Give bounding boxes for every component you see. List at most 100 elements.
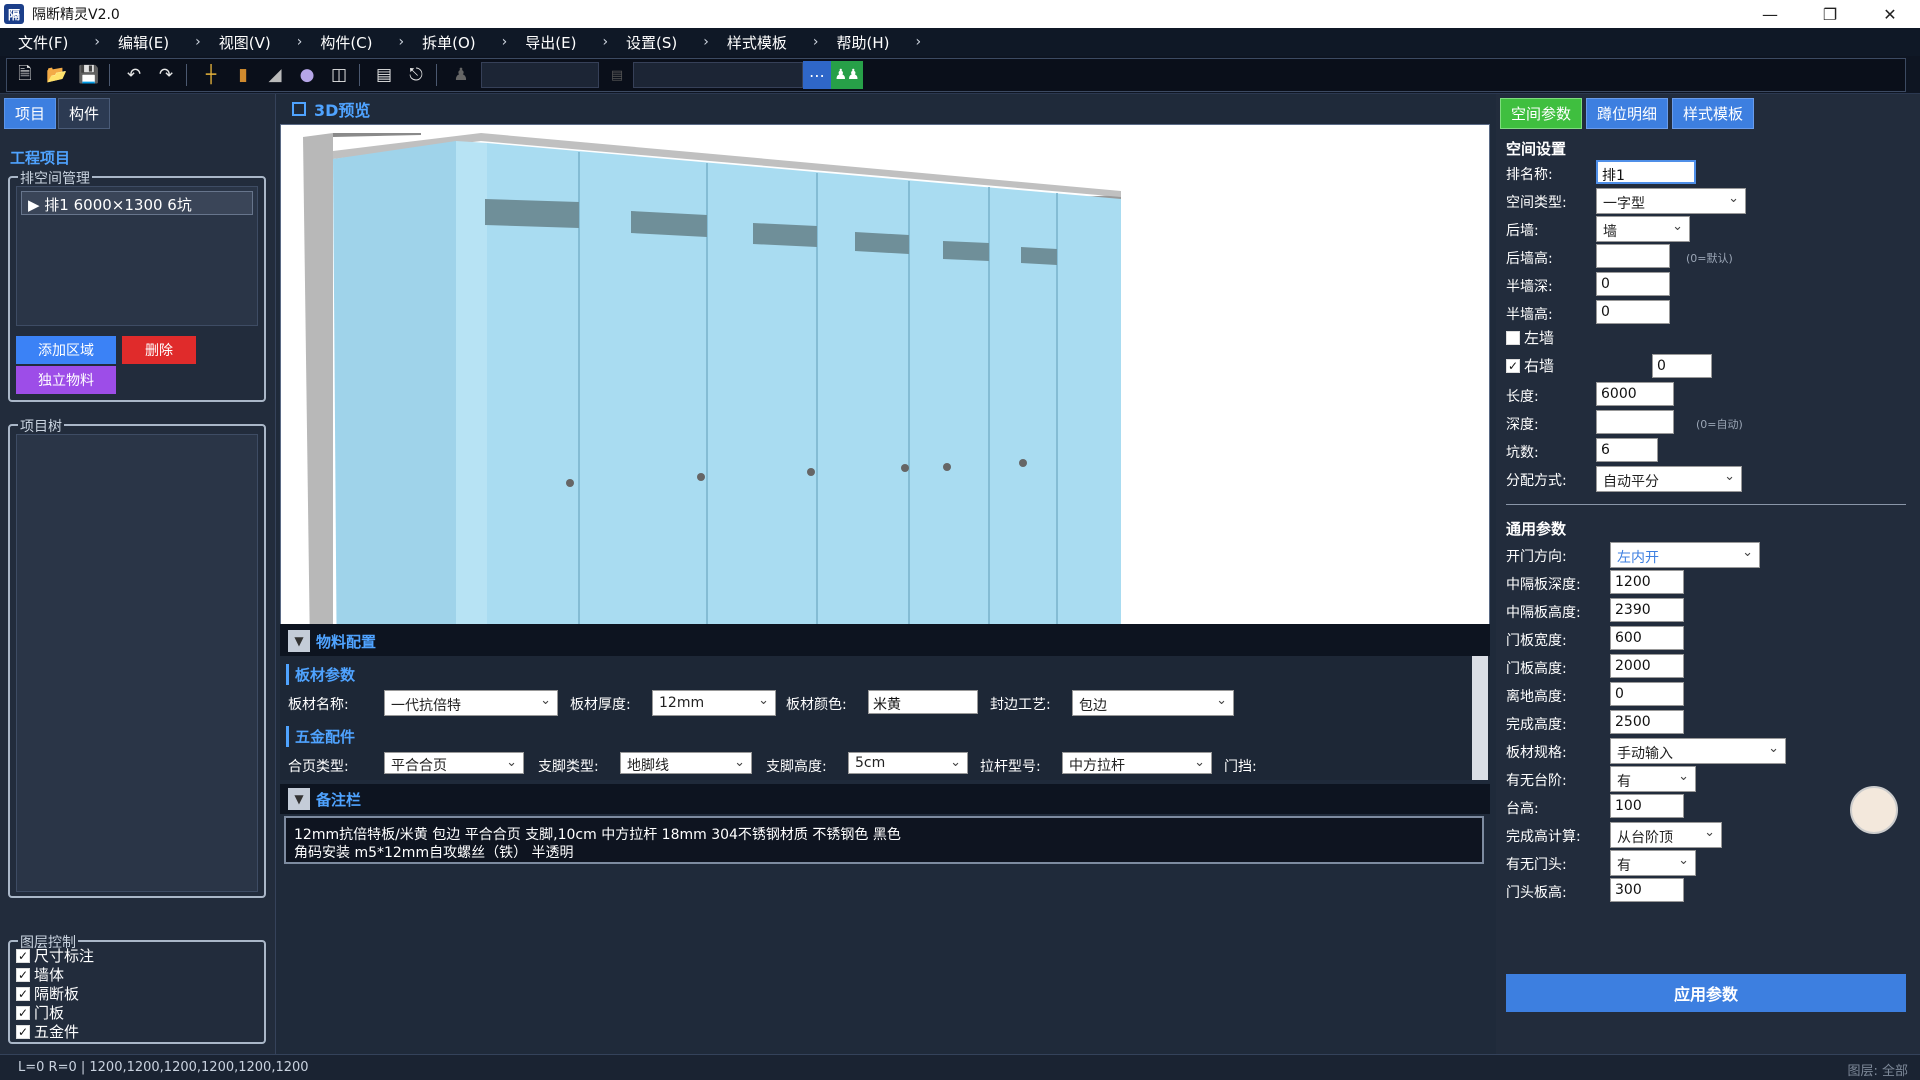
- status-layer: 图层: 全部: [1847, 1064, 1908, 1079]
- user-field[interactable]: [481, 62, 599, 88]
- user-icon[interactable]: ♟: [447, 61, 475, 89]
- angle-icon[interactable]: ◢: [261, 61, 289, 89]
- menu-item[interactable]: 构件(C) ›: [320, 32, 404, 53]
- split-view-icon[interactable]: ◫: [325, 61, 353, 89]
- chevron-down-icon: ⌄: [1742, 545, 1753, 560]
- tab-stall-details[interactable]: 蹲位明细: [1586, 98, 1669, 129]
- edge-process-select[interactable]: 包边 ⌄: [1072, 690, 1234, 716]
- pits-input[interactable]: 6: [1596, 438, 1658, 462]
- list-item[interactable]: ▶ 排1 6000×1300 6坑: [21, 191, 253, 215]
- mid-panel-depth-label: 中隔板深度:: [1506, 577, 1581, 593]
- tab-components[interactable]: 构件: [58, 98, 111, 129]
- tab-space-params[interactable]: 空间参数: [1500, 98, 1583, 129]
- close-button[interactable]: ✕: [1860, 0, 1920, 28]
- board-spec-select[interactable]: 手动输入 ⌄: [1610, 738, 1786, 764]
- add-region-button[interactable]: 添加区域: [16, 336, 116, 364]
- calculator-icon[interactable]: ▤: [370, 61, 398, 89]
- calendar-icon[interactable]: ▤: [603, 61, 631, 89]
- finish-height-input[interactable]: 2500: [1610, 710, 1684, 734]
- half-wall-height-input[interactable]: 0: [1596, 300, 1670, 324]
- new-file-icon[interactable]: 🗎: [11, 61, 39, 89]
- export-icon[interactable]: ⎋: [402, 61, 430, 89]
- tab-project[interactable]: 项目: [4, 98, 57, 129]
- foot-height-select[interactable]: 5cm ⌄: [848, 752, 968, 774]
- redo-icon[interactable]: ↷: [152, 61, 180, 89]
- door-width-input[interactable]: 600: [1610, 626, 1684, 650]
- vent: [753, 223, 817, 247]
- door-height-input[interactable]: 2000: [1610, 654, 1684, 678]
- material-config-header[interactable]: ▼ 物料配置: [280, 626, 1490, 656]
- layer-dimension-checkbox[interactable]: ✓ 尺寸标注: [16, 946, 94, 965]
- sphere-icon[interactable]: ●: [293, 61, 321, 89]
- step-height-input[interactable]: 100: [1610, 794, 1684, 818]
- mid-panel-depth-input[interactable]: 1200: [1610, 570, 1684, 594]
- chevron-down-icon: ⌄: [1728, 191, 1739, 206]
- half-wall-depth-input[interactable]: 0: [1596, 272, 1670, 296]
- ruler-icon[interactable]: ┼: [197, 61, 225, 89]
- back-wall-height-input[interactable]: [1596, 244, 1670, 268]
- toolbar-separator: [109, 64, 110, 86]
- mid-panel-height-input[interactable]: 2390: [1610, 598, 1684, 622]
- row-name-input[interactable]: 排1: [1596, 160, 1696, 184]
- maximize-button[interactable]: ❐: [1800, 0, 1860, 28]
- open-folder-icon[interactable]: 📂: [43, 61, 71, 89]
- depth-input[interactable]: [1596, 410, 1674, 434]
- menu-item[interactable]: 拆单(O) ›: [422, 32, 507, 53]
- select-value: 自动平分: [1603, 474, 1659, 490]
- menu-item[interactable]: 文件(F) ›: [18, 32, 100, 53]
- project-tree[interactable]: [16, 434, 258, 892]
- standalone-material-button[interactable]: 独立物料: [16, 366, 116, 394]
- foot-type-select[interactable]: 地脚线 ⌄: [620, 752, 752, 774]
- checkbox-icon: ✓: [16, 986, 30, 1001]
- divider: [1506, 504, 1906, 505]
- users-button[interactable]: ♟♟: [831, 61, 863, 89]
- finish-calc-select[interactable]: 从台阶顶 ⌄: [1610, 822, 1722, 848]
- menu-item[interactable]: 导出(E) ›: [525, 32, 608, 53]
- allocation-select[interactable]: 自动平分 ⌄: [1596, 466, 1742, 492]
- delete-button[interactable]: 删除: [122, 336, 196, 364]
- project-field[interactable]: [633, 62, 803, 88]
- notes-line: 角码安装 m5*12mm自攻螺丝（铁） 半透明: [294, 845, 574, 861]
- menu-item[interactable]: 样式模板 ›: [727, 32, 819, 53]
- has-lintel-select[interactable]: 有 ⌄: [1610, 850, 1696, 876]
- board-color-input[interactable]: 米黄: [868, 690, 978, 714]
- menu-item[interactable]: 编辑(E) ›: [118, 32, 201, 53]
- menu-item[interactable]: 视图(V) ›: [219, 32, 303, 53]
- rod-model-select[interactable]: 中方拉杆 ⌄: [1062, 752, 1212, 774]
- save-icon[interactable]: 💾: [75, 61, 103, 89]
- door-knob: [901, 464, 909, 472]
- space-type-select[interactable]: 一字型 ⌄: [1596, 188, 1746, 214]
- board-name-select[interactable]: 一代抗倍特 ⌄: [384, 690, 558, 716]
- foot-type-label: 支脚类型:: [538, 759, 599, 775]
- menu-item[interactable]: 设置(S) ›: [626, 32, 709, 53]
- left-wall-checkbox[interactable]: 左墙: [1506, 328, 1554, 347]
- more-button[interactable]: ⋯: [803, 61, 831, 89]
- hinge-type-select[interactable]: 平合合页 ⌄: [384, 752, 524, 774]
- vertical-scrollbar[interactable]: [1472, 656, 1488, 780]
- assistant-avatar-icon[interactable]: [1850, 786, 1898, 834]
- length-input[interactable]: 6000: [1596, 382, 1674, 406]
- right-wall-checkbox[interactable]: ✓ 右墙: [1506, 356, 1554, 375]
- lintel-height-input[interactable]: 300: [1610, 878, 1684, 902]
- layer-wall-checkbox[interactable]: ✓ 墙体: [16, 965, 94, 984]
- board-thickness-select[interactable]: 12mm ⌄: [652, 690, 776, 716]
- ground-clearance-input[interactable]: 0: [1610, 682, 1684, 706]
- door-icon[interactable]: ▮: [229, 61, 257, 89]
- layer-door-checkbox[interactable]: ✓ 门板: [16, 1003, 94, 1022]
- notes-header[interactable]: ▼ 备注栏: [280, 784, 1490, 814]
- layer-partition-checkbox[interactable]: ✓ 隔断板: [16, 984, 94, 1003]
- menu-item[interactable]: 帮助(H) ›: [837, 32, 922, 53]
- apply-params-button[interactable]: 应用参数: [1506, 974, 1906, 1012]
- door-direction-select[interactable]: 左内开 ⌄: [1610, 542, 1760, 568]
- collapse-arrow-icon[interactable]: ▼: [288, 630, 310, 652]
- tab-style-templates[interactable]: 样式模板: [1672, 98, 1755, 129]
- door-knob: [1019, 459, 1027, 467]
- has-step-select[interactable]: 有 ⌄: [1610, 766, 1696, 792]
- right-wall-input[interactable]: 0: [1652, 354, 1712, 378]
- collapse-arrow-icon[interactable]: ▼: [288, 788, 310, 810]
- layer-hardware-checkbox[interactable]: ✓ 五金件: [16, 1022, 94, 1041]
- minimize-button[interactable]: —: [1740, 0, 1800, 28]
- select-value: 从台阶顶: [1617, 830, 1673, 846]
- back-wall-select[interactable]: 墙 ⌄: [1596, 216, 1690, 242]
- undo-icon[interactable]: ↶: [120, 61, 148, 89]
